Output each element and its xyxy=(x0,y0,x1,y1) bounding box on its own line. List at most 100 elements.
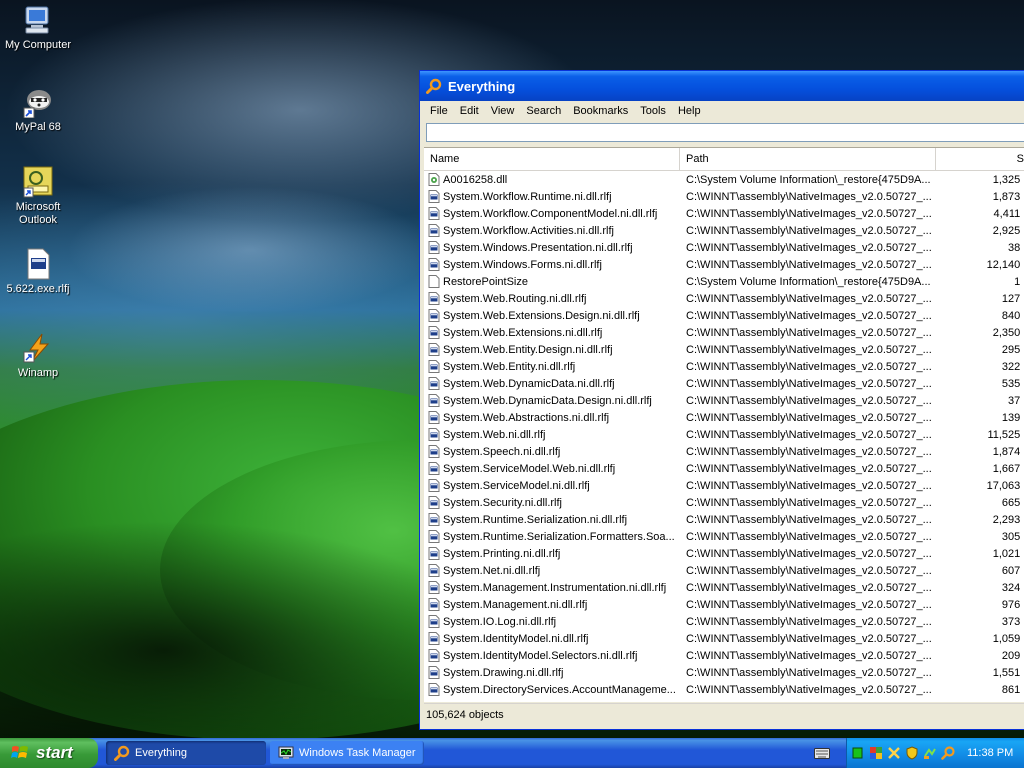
search-input[interactable] xyxy=(426,123,1024,142)
menu-help[interactable]: Help xyxy=(672,105,707,117)
table-row[interactable]: System.Web.Abstractions.ni.dll.rlfj C:\WI… xyxy=(424,409,1024,426)
start-button[interactable]: start xyxy=(0,738,98,768)
file-icon xyxy=(428,581,440,594)
network-icon[interactable] xyxy=(851,746,865,760)
file-path: C:\WINNT\assembly\NativeImages_v2.0.5072… xyxy=(686,513,932,526)
table-row[interactable]: System.Web.Extensions.Design.ni.dll.rlfj… xyxy=(424,307,1024,324)
file-path: C:\WINNT\assembly\NativeImages_v2.0.5072… xyxy=(686,547,932,560)
file-size: 209 KB xyxy=(1001,649,1024,662)
file-path: C:\WINNT\assembly\NativeImages_v2.0.5072… xyxy=(686,258,932,271)
row-name-cell: System.Security.ni.dll.rlfj xyxy=(424,496,680,509)
file-path: C:\WINNT\assembly\NativeImages_v2.0.5072… xyxy=(686,564,932,577)
row-name-cell: System.Drawing.ni.dll.rlfj xyxy=(424,666,680,679)
file-path: C:\WINNT\assembly\NativeImages_v2.0.5072… xyxy=(686,632,932,645)
file-icon xyxy=(428,309,440,322)
menu-file[interactable]: File xyxy=(424,105,454,117)
desktop-icon-label: My Computer xyxy=(4,39,72,51)
table-row[interactable]: System.Printing.ni.dll.rlfj C:\WINNT\asse… xyxy=(424,545,1024,562)
taskbar-button-everything[interactable]: Everything xyxy=(106,741,266,765)
desktop-icon-outlook[interactable]: Microsoft Outlook xyxy=(0,166,76,227)
window-titlebar[interactable]: Everything xyxy=(420,71,1024,101)
antivirus-icon[interactable] xyxy=(905,746,919,760)
table-row[interactable]: RestorePointSize C:\System Volume Informa… xyxy=(424,273,1024,290)
table-row[interactable]: System.Workflow.ComponentModel.ni.dll.rl… xyxy=(424,205,1024,222)
table-row[interactable]: System.Runtime.Serialization.Formatters.… xyxy=(424,528,1024,545)
file-name: System.Web.DynamicData.ni.dll.rlfj xyxy=(443,377,615,390)
table-row[interactable]: System.IdentityModel.Selectors.ni.dll.rl… xyxy=(424,647,1024,664)
table-row[interactable]: System.Windows.Presentation.ni.dll.rlfj C… xyxy=(424,239,1024,256)
taskbar-button-task-manager[interactable]: Windows Task Manager xyxy=(270,741,424,765)
menu-bookmarks[interactable]: Bookmarks xyxy=(567,105,634,117)
clock[interactable]: 11:38 PM xyxy=(967,747,1013,759)
table-row[interactable]: A0016258.dll C:\System Volume Information… xyxy=(424,171,1024,188)
table-row[interactable]: System.Web.Extensions.ni.dll.rlfj C:\WINN… xyxy=(424,324,1024,341)
file-icon xyxy=(428,513,440,526)
desktop-icon-file[interactable]: 5.622.exe.rlfj xyxy=(0,248,76,296)
file-icon xyxy=(428,343,440,356)
outlook-icon xyxy=(22,166,54,198)
file-icon xyxy=(428,326,440,339)
menu-view[interactable]: View xyxy=(485,105,521,117)
row-name-cell: System.Windows.Forms.ni.dll.rlfj xyxy=(424,258,680,271)
desktop-icon-winamp[interactable]: Winamp xyxy=(0,332,76,380)
table-row[interactable]: System.Drawing.ni.dll.rlfj C:\WINNT\assem… xyxy=(424,664,1024,681)
file-path: C:\WINNT\assembly\NativeImages_v2.0.5072… xyxy=(686,649,932,662)
row-name-cell: System.ServiceModel.Web.ni.dll.rlfj xyxy=(424,462,680,475)
table-row[interactable]: System.Web.Entity.Design.ni.dll.rlfj C:\W… xyxy=(424,341,1024,358)
table-row[interactable]: System.IO.Log.ni.dll.rlfj C:\WINNT\assemb… xyxy=(424,613,1024,630)
file-icon xyxy=(428,564,440,577)
table-row[interactable]: System.Web.Routing.ni.dll.rlfj C:\WINNT\a… xyxy=(424,290,1024,307)
file-name: System.Printing.ni.dll.rlfj xyxy=(443,547,561,560)
security-shield-icon[interactable] xyxy=(869,746,883,760)
table-row[interactable]: System.Workflow.Runtime.ni.dll.rlfj C:\WI… xyxy=(424,188,1024,205)
file-size: 2,350 KB xyxy=(992,326,1024,339)
volume-icon[interactable] xyxy=(887,746,901,760)
file-path: C:\WINNT\assembly\NativeImages_v2.0.5072… xyxy=(686,615,932,628)
table-row[interactable]: System.Net.ni.dll.rlfj C:\WINNT\assembly\… xyxy=(424,562,1024,579)
everything-tray-icon[interactable] xyxy=(941,746,955,760)
row-name-cell: System.Net.ni.dll.rlfj xyxy=(424,564,680,577)
table-row[interactable]: System.Web.Entity.ni.dll.rlfj C:\WINNT\as… xyxy=(424,358,1024,375)
keyboard-icon[interactable] xyxy=(814,746,830,760)
table-row[interactable]: System.ServiceModel.ni.dll.rlfj C:\WINNT\… xyxy=(424,477,1024,494)
table-row[interactable]: System.Windows.Forms.ni.dll.rlfj C:\WINNT… xyxy=(424,256,1024,273)
menu-edit[interactable]: Edit xyxy=(454,105,485,117)
table-row[interactable]: System.Web.ni.dll.rlfj C:\WINNT\assembly\… xyxy=(424,426,1024,443)
file-path: C:\WINNT\assembly\NativeImages_v2.0.5072… xyxy=(686,581,932,594)
update-icon[interactable] xyxy=(923,746,937,760)
file-size: 322 KB xyxy=(1001,360,1024,373)
table-row[interactable]: System.Management.ni.dll.rlfj C:\WINNT\as… xyxy=(424,596,1024,613)
file-size: 607 KB xyxy=(1001,564,1024,577)
file-icon xyxy=(428,666,440,679)
table-row[interactable]: System.Web.DynamicData.Design.ni.dll.rlf… xyxy=(424,392,1024,409)
file-name: System.IdentityModel.ni.dll.rlfj xyxy=(443,632,589,645)
table-row[interactable]: System.IdentityModel.ni.dll.rlfj C:\WINNT… xyxy=(424,630,1024,647)
file-size: 861 KB xyxy=(1001,683,1024,696)
results-list[interactable]: Name Path Size A0016258.dll C:\System Vol… xyxy=(424,147,1024,702)
column-path-header[interactable]: Path xyxy=(680,148,936,170)
file-name: System.Web.Extensions.Design.ni.dll.rlfj xyxy=(443,309,640,322)
table-row[interactable]: System.Management.Instrumentation.ni.dll… xyxy=(424,579,1024,596)
file-name: A0016258.dll xyxy=(443,173,508,186)
file-path: C:\WINNT\assembly\NativeImages_v2.0.5072… xyxy=(686,190,932,203)
menu-search[interactable]: Search xyxy=(520,105,567,117)
table-row[interactable]: System.Workflow.Activities.ni.dll.rlfj C:… xyxy=(424,222,1024,239)
file-path: C:\WINNT\assembly\NativeImages_v2.0.5072… xyxy=(686,343,932,356)
table-row[interactable]: System.Security.ni.dll.rlfj C:\WINNT\asse… xyxy=(424,494,1024,511)
column-name-header[interactable]: Name xyxy=(424,148,680,170)
column-size-header[interactable]: Size xyxy=(936,148,1024,170)
file-size: 17,063 KB xyxy=(986,479,1024,492)
row-name-cell: System.Printing.ni.dll.rlfj xyxy=(424,547,680,560)
desktop-icon-my-computer[interactable]: My Computer xyxy=(0,4,76,52)
menu-tools[interactable]: Tools xyxy=(634,105,672,117)
table-row[interactable]: System.DirectoryServices.AccountManageme… xyxy=(424,681,1024,698)
task-manager-icon xyxy=(278,746,294,759)
table-row[interactable]: System.Web.DynamicData.ni.dll.rlfj C:\WIN… xyxy=(424,375,1024,392)
table-row[interactable]: System.Speech.ni.dll.rlfj C:\WINNT\assemb… xyxy=(424,443,1024,460)
desktop-icon-mypal[interactable]: MyPal 68 xyxy=(0,86,76,134)
table-row[interactable]: System.Runtime.Serialization.ni.dll.rlfj… xyxy=(424,511,1024,528)
desktop-icon-label: 5.622.exe.rlfj xyxy=(6,283,70,295)
file-size: 1,551 KB xyxy=(992,666,1024,679)
row-name-cell: System.IO.Log.ni.dll.rlfj xyxy=(424,615,680,628)
table-row[interactable]: System.ServiceModel.Web.ni.dll.rlfj C:\WI… xyxy=(424,460,1024,477)
